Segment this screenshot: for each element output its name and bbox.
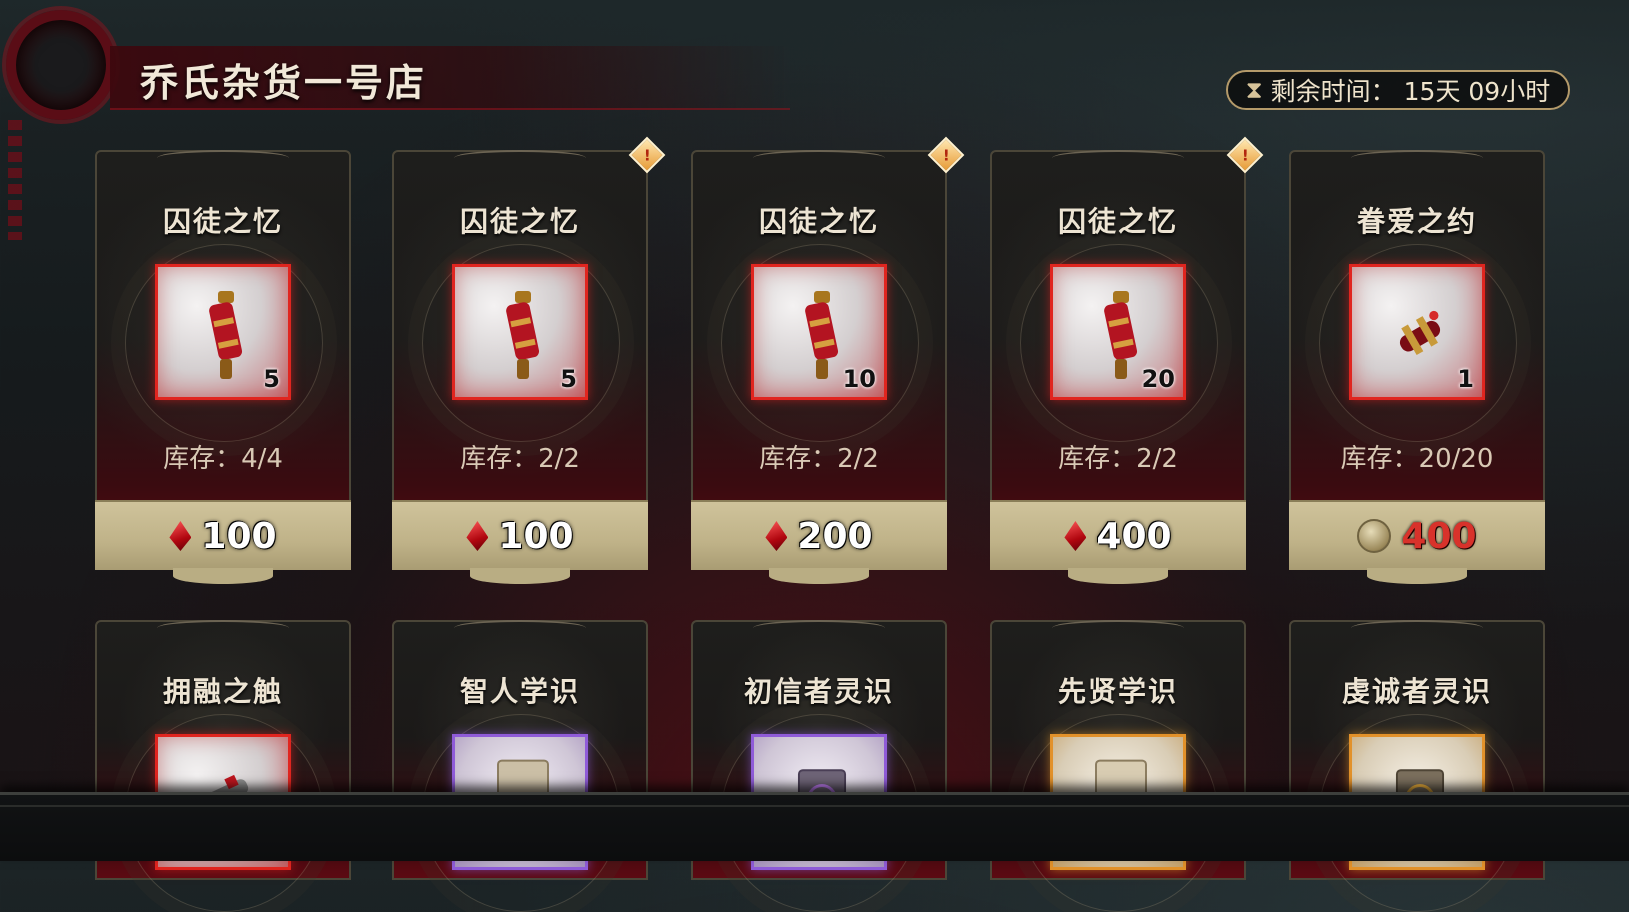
item-quantity: 20 <box>1141 365 1175 393</box>
scroll-case-icon <box>209 291 243 379</box>
shop-item-card[interactable]: 眷爱之约 1 库存：20/20 400 <box>1289 150 1545 584</box>
item-name: 先贤学识 <box>1057 675 1178 708</box>
stock-count: 库存：4/4 <box>163 444 283 474</box>
coin-icon <box>1357 519 1392 553</box>
item-name: 虔诚者灵识 <box>1341 675 1492 708</box>
item-name: 囚徒之忆 <box>459 205 580 238</box>
price-button[interactable]: 400 <box>990 500 1246 584</box>
price-value: 100 <box>498 515 574 557</box>
item-icon-frame[interactable]: 10 <box>751 264 887 400</box>
stock-count: 库存：2/2 <box>460 444 580 474</box>
price-value: 400 <box>1096 515 1172 557</box>
shop-grid: 囚徒之忆 5 库存：4/4 100 ! 囚徒之忆 5 库存：2/2 100 ! … <box>0 0 1629 912</box>
alert-badge-icon: ! <box>628 136 666 174</box>
item-quantity: 1 <box>1457 365 1474 393</box>
price-value: 100 <box>201 515 277 557</box>
item-icon-frame[interactable]: 5 <box>452 264 588 400</box>
item-name: 囚徒之忆 <box>1057 205 1178 238</box>
price-button[interactable]: 400 <box>1289 500 1545 584</box>
item-name: 眷爱之约 <box>1356 205 1477 238</box>
price-button[interactable]: 100 <box>95 500 351 584</box>
alert-badge-icon: ! <box>1226 136 1264 174</box>
shop-item-card[interactable]: ! 囚徒之忆 5 库存：2/2 100 <box>392 136 666 584</box>
item-icon-frame[interactable]: 20 <box>1050 264 1186 400</box>
price-button[interactable]: 200 <box>691 500 947 584</box>
red-gem-icon <box>1064 521 1087 551</box>
shop-item-card[interactable]: ! 囚徒之忆 20 库存：2/2 400 <box>990 136 1264 584</box>
stock-count: 库存：20/20 <box>1340 444 1494 474</box>
bottom-bar <box>0 792 1629 861</box>
shop-item-card[interactable]: ! 囚徒之忆 10 库存：2/2 200 <box>691 136 965 584</box>
red-gem-icon <box>466 521 489 551</box>
item-name: 拥融之触 <box>162 675 283 708</box>
alert-badge-icon: ! <box>927 136 965 174</box>
price-value: 200 <box>797 515 873 557</box>
price-value: 400 <box>1401 515 1477 557</box>
item-name: 囚徒之忆 <box>758 205 879 238</box>
item-name: 智人学识 <box>459 675 580 708</box>
shop-item-card[interactable]: 囚徒之忆 5 库存：4/4 100 <box>95 150 351 584</box>
stock-count: 库存：2/2 <box>1058 444 1178 474</box>
price-button[interactable]: 100 <box>392 500 648 584</box>
item-icon-frame[interactable]: 5 <box>155 264 291 400</box>
item-name: 囚徒之忆 <box>162 205 283 238</box>
item-name: 初信者灵识 <box>743 675 894 708</box>
stock-count: 库存：2/2 <box>759 444 879 474</box>
scroll-case-icon <box>506 291 540 379</box>
item-icon-frame[interactable]: 1 <box>1349 264 1485 400</box>
red-gem-icon <box>169 521 192 551</box>
red-gem-icon <box>765 521 788 551</box>
item-quantity: 10 <box>842 365 876 393</box>
item-quantity: 5 <box>263 365 280 393</box>
item-quantity: 5 <box>560 365 577 393</box>
